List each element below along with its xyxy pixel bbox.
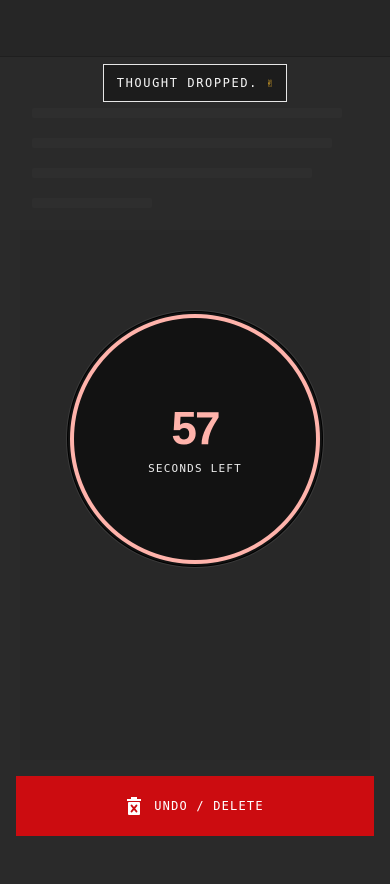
faded-line [32, 138, 332, 148]
seconds-left-label: SECONDS LEFT [148, 462, 242, 475]
seconds-remaining: 57 [171, 402, 220, 454]
faded-line [32, 108, 342, 118]
countdown-timer: 57 SECONDS LEFT [68, 312, 322, 566]
faded-line [32, 168, 312, 178]
victory-hand-icon: ✌ [265, 76, 274, 90]
faded-line [32, 198, 152, 208]
faded-background-text [32, 108, 358, 218]
undo-delete-label: UNDO / DELETE [154, 799, 264, 813]
top-bar [0, 0, 390, 56]
delete-x-icon [126, 797, 142, 815]
thought-dropped-toast: THOUGHT DROPPED. ✌ [103, 64, 287, 102]
undo-delete-button[interactable]: UNDO / DELETE [16, 776, 374, 836]
toast-message: THOUGHT DROPPED. [116, 76, 258, 90]
